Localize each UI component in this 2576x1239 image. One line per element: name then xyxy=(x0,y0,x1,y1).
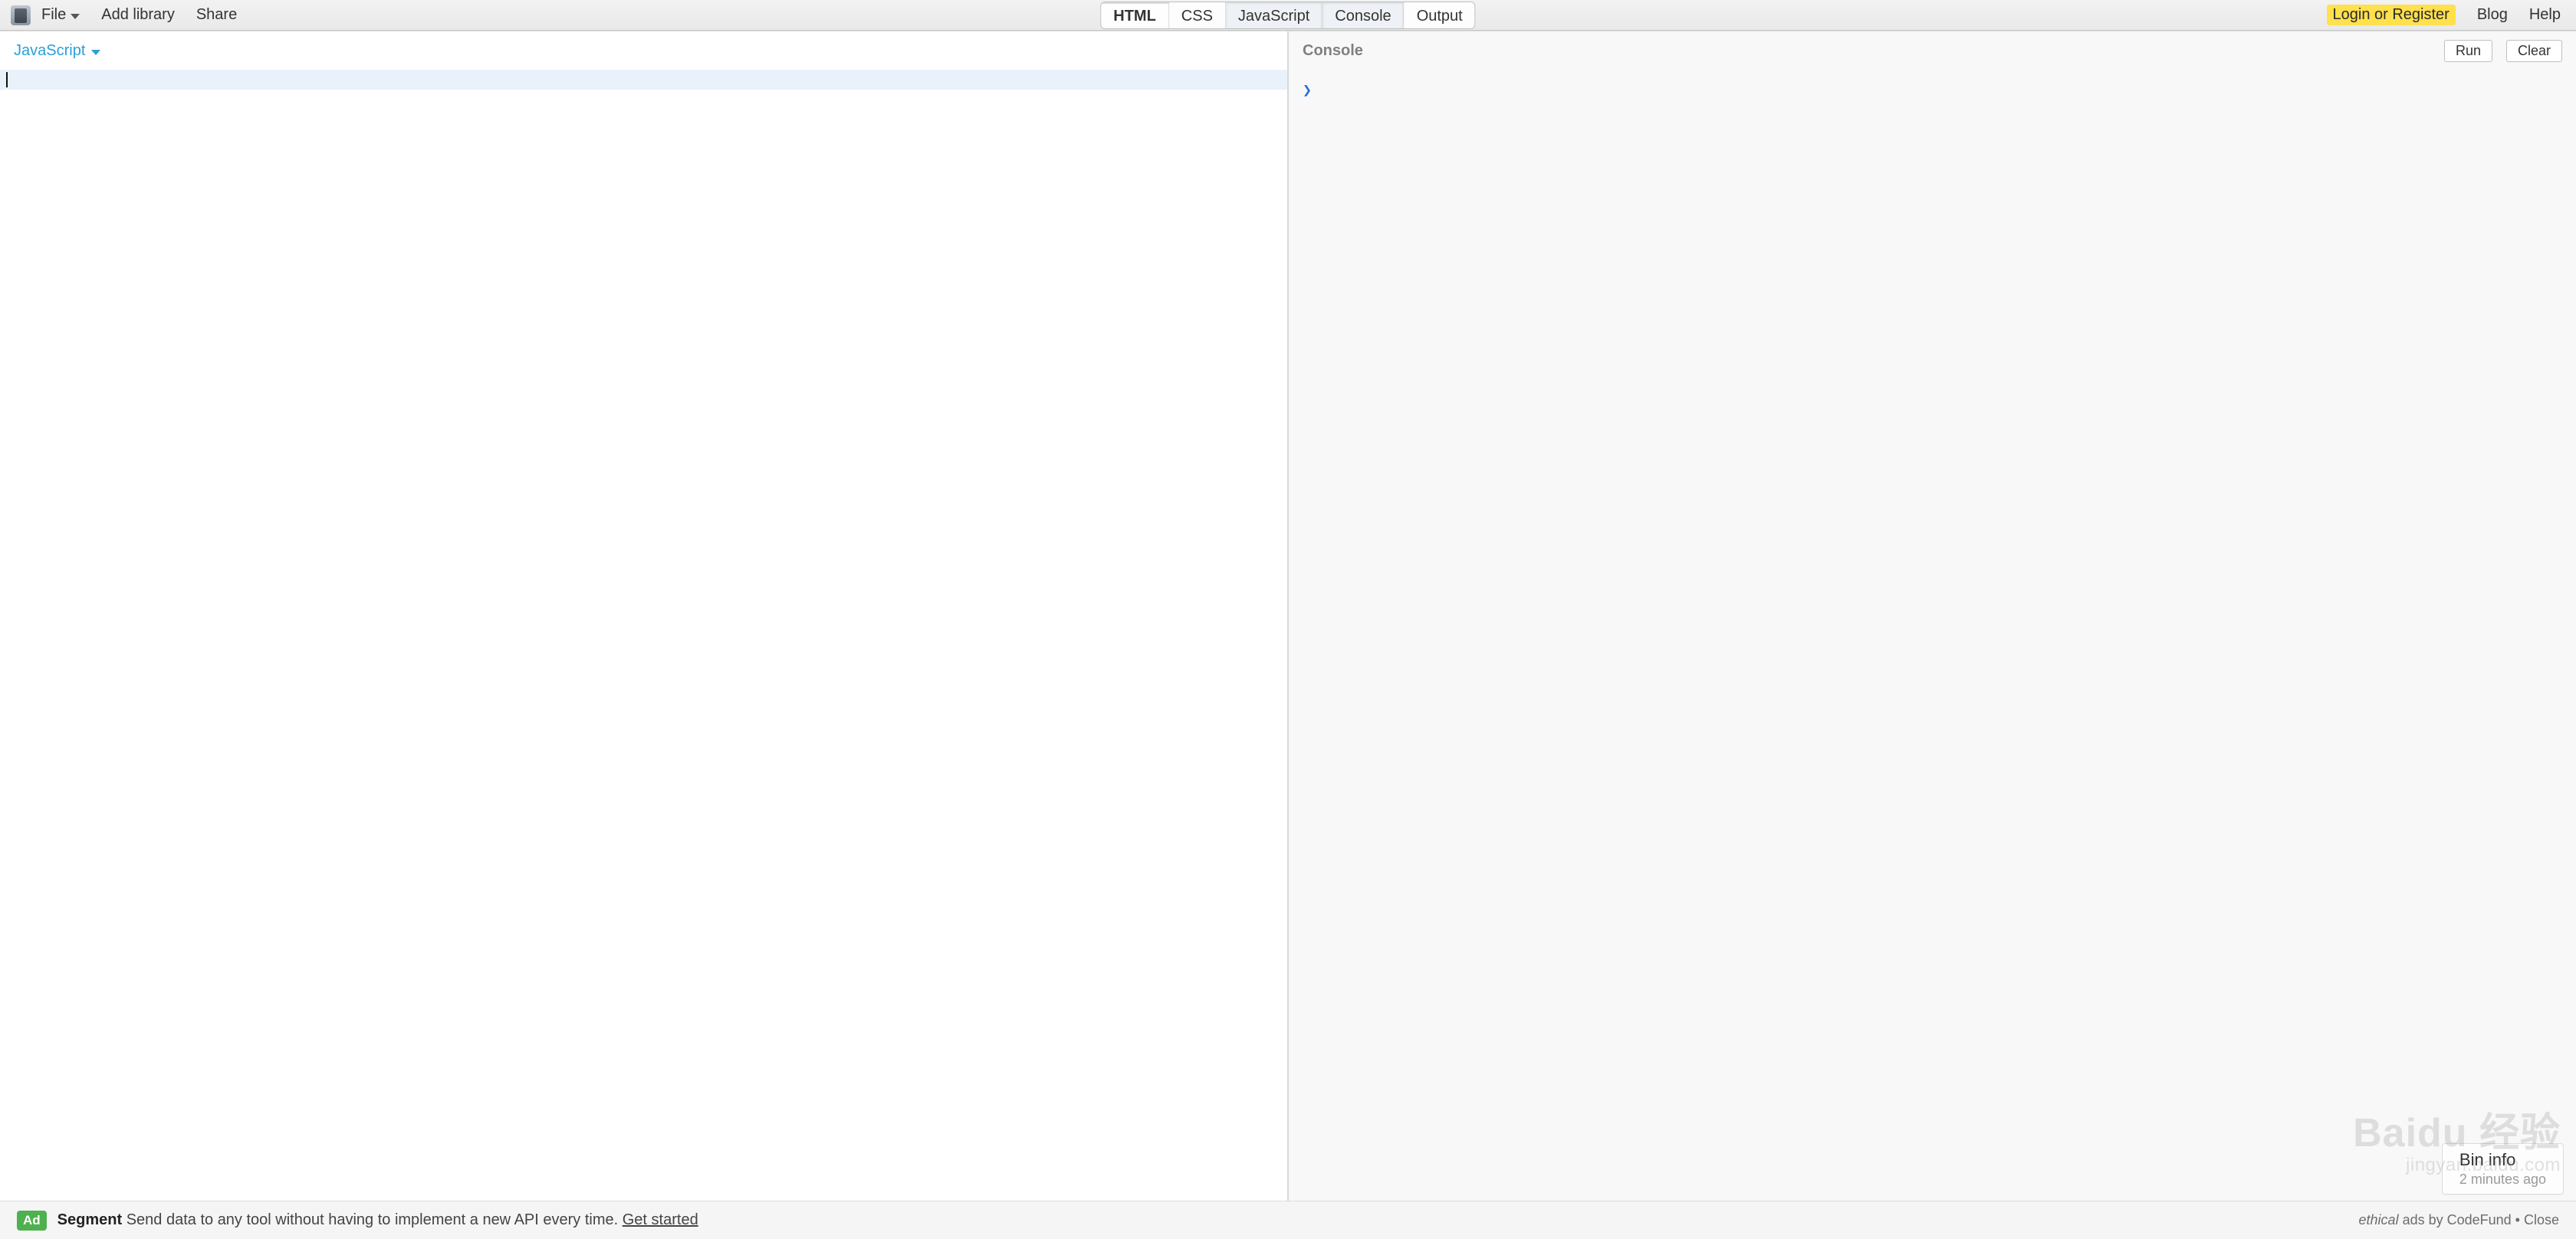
bin-info-timestamp: 2 minutes ago xyxy=(2459,1172,2546,1188)
footer-ad-bar: Ad Segment Send data to any tool without… xyxy=(0,1201,2576,1239)
blog-link[interactable]: Blog xyxy=(2477,6,2508,24)
editor-pane: JavaScript xyxy=(0,31,1287,1201)
ad-close-link[interactable]: Close xyxy=(2524,1212,2559,1227)
menu-left: File Add library Share xyxy=(41,6,237,24)
tab-javascript[interactable]: JavaScript xyxy=(1226,2,1322,28)
share-label: Share xyxy=(196,6,237,24)
editor-cursor-icon xyxy=(6,72,8,87)
console-pane: Console Run Clear ❯ Bin info 2 minutes a… xyxy=(1287,31,2576,1201)
editor-header: JavaScript xyxy=(0,31,1287,70)
tab-output[interactable]: Output xyxy=(1405,2,1475,28)
ad-brand: Segment xyxy=(58,1211,122,1228)
tab-console[interactable]: Console xyxy=(1322,2,1404,28)
bin-info-title: Bin info xyxy=(2459,1150,2546,1170)
console-title: Console xyxy=(1303,42,1363,60)
login-register-link[interactable]: Login or Register xyxy=(2327,5,2456,25)
ad-text: Send data to any tool without having to … xyxy=(127,1211,618,1228)
code-editor[interactable] xyxy=(0,70,1287,1201)
ad-attrib-rest: ads by CodeFund xyxy=(2399,1212,2512,1227)
bin-info-card[interactable]: Bin info 2 minutes ago xyxy=(2442,1143,2564,1195)
tab-html[interactable]: HTML xyxy=(1101,2,1169,28)
add-library-menu[interactable]: Add library xyxy=(101,6,175,24)
app-logo-icon[interactable] xyxy=(11,5,31,25)
share-menu[interactable]: Share xyxy=(196,6,237,24)
ad-attrib-sep: • xyxy=(2512,1212,2524,1227)
ad-attrib-em: ethical xyxy=(2359,1212,2399,1227)
workspace: JavaScript Console Run Clear ❯ xyxy=(0,31,2576,1201)
file-menu-label: File xyxy=(41,6,66,24)
file-menu[interactable]: File xyxy=(41,6,80,24)
editor-current-line-highlight xyxy=(0,70,1287,90)
editor-language-dropdown[interactable]: JavaScript xyxy=(14,42,100,60)
ad-chip: Ad xyxy=(17,1211,47,1231)
ad-attribution: ethical ads by CodeFund • Close xyxy=(2359,1212,2559,1228)
clear-button[interactable]: Clear xyxy=(2506,40,2562,62)
topbar: File Add library Share HTML CSS JavaScri… xyxy=(0,0,2576,31)
console-prompt-icon: ❯ xyxy=(1303,81,1312,99)
help-link[interactable]: Help xyxy=(2529,6,2561,24)
panel-tabs: HTML CSS JavaScript Console Output xyxy=(1100,2,1475,29)
menu-right: Login or Register Blog Help xyxy=(2327,5,2561,25)
ad-cta-link[interactable]: Get started xyxy=(623,1211,698,1228)
console-header: Console Run Clear xyxy=(1289,31,2576,70)
run-button[interactable]: Run xyxy=(2444,40,2492,62)
caret-down-icon xyxy=(71,14,80,19)
tab-css[interactable]: CSS xyxy=(1169,2,1226,28)
ad-text-wrap: Segment Send data to any tool without ha… xyxy=(58,1211,698,1229)
console-body[interactable]: ❯ xyxy=(1289,70,2576,1201)
add-library-label: Add library xyxy=(101,6,175,24)
caret-down-icon xyxy=(91,50,100,55)
editor-language-label: JavaScript xyxy=(14,42,85,60)
